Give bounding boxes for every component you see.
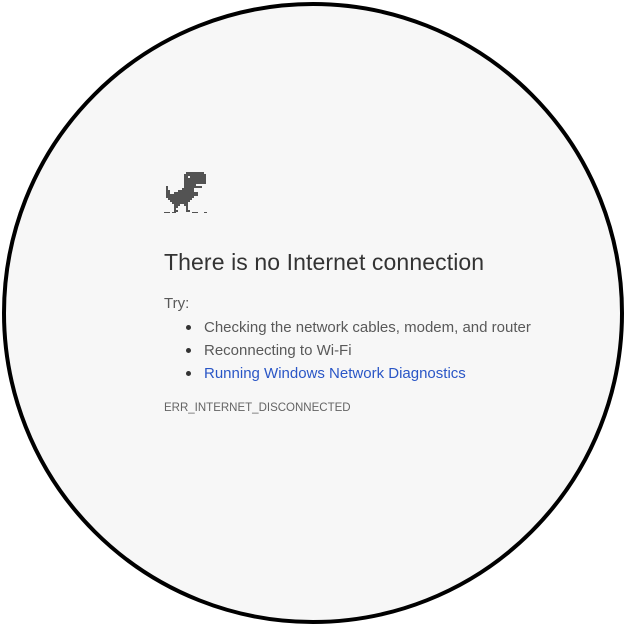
suggestion-text: Checking the network cables, modem, and … (204, 319, 531, 336)
offline-dinosaur-icon[interactable] (164, 170, 208, 214)
suggestions-list: Checking the network cables, modem, and … (164, 316, 531, 385)
network-diagnostics-link[interactable]: Running Windows Network Diagnostics (204, 365, 466, 382)
bullet-icon (186, 348, 191, 353)
bullet-icon (186, 371, 191, 376)
list-item: Reconnecting to Wi-Fi (186, 339, 531, 362)
screenshot-frame: There is no Internet connection Try: Che… (0, 0, 626, 626)
try-label: Try: (164, 295, 190, 312)
bullet-icon (186, 325, 191, 330)
list-item: Running Windows Network Diagnostics (186, 362, 531, 385)
list-item: Checking the network cables, modem, and … (186, 316, 531, 339)
error-code: ERR_INTERNET_DISCONNECTED (164, 402, 351, 414)
page-title: There is no Internet connection (164, 249, 485, 275)
suggestion-text: Reconnecting to Wi-Fi (204, 342, 352, 359)
circular-viewport (2, 2, 624, 624)
